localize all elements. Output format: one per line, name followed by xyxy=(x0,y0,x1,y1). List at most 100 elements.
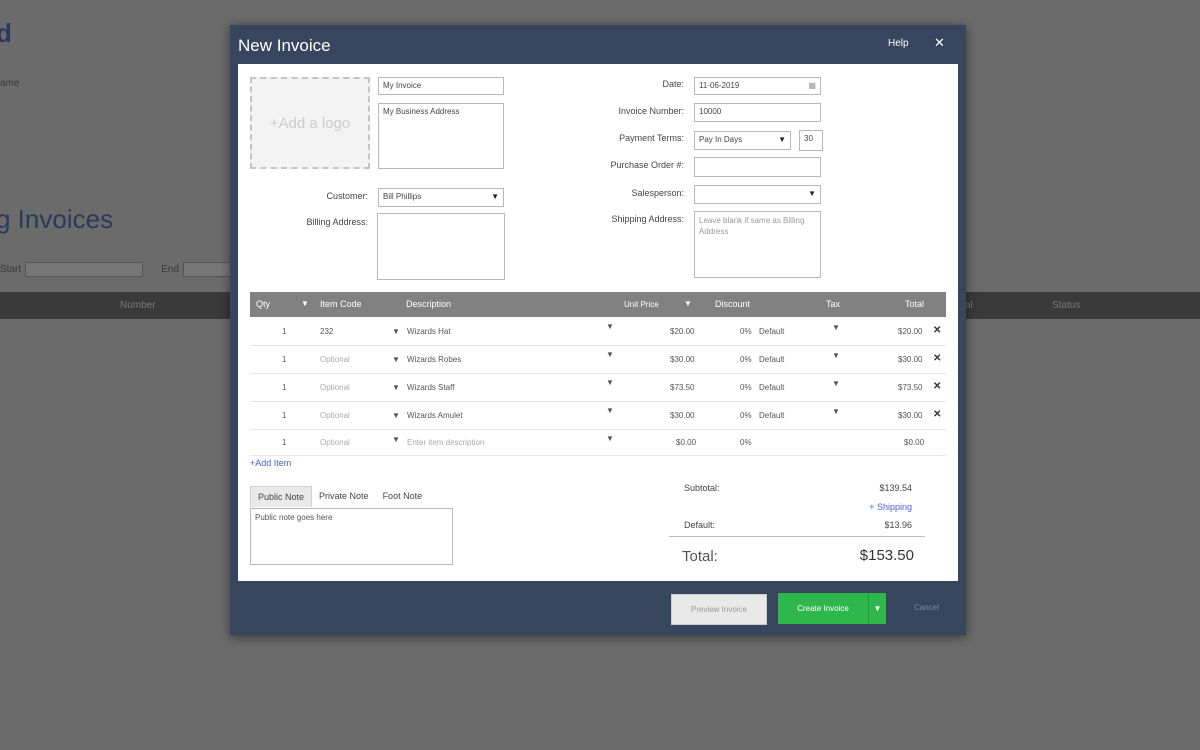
calendar-icon[interactable]: ▦ xyxy=(808,81,816,90)
add-shipping-link[interactable]: + Shipping xyxy=(838,502,912,512)
customer-select[interactable]: Bill Phillips ▼ xyxy=(378,188,504,207)
item-qty[interactable]: 1 xyxy=(282,383,286,392)
item-unit-price[interactable]: $30.00 xyxy=(670,411,694,420)
background-name-label: ame xyxy=(0,78,20,89)
chevron-down-icon[interactable]: ▼ xyxy=(606,322,614,331)
chevron-down-icon: ▼ xyxy=(491,192,499,201)
item-discount[interactable]: 0% xyxy=(740,355,752,364)
chevron-down-icon[interactable]: ▼ xyxy=(606,406,614,415)
chevron-down-icon[interactable]: ▼ xyxy=(606,350,614,359)
item-discount[interactable]: 0% xyxy=(740,383,752,392)
item-unit-price[interactable]: $30.00 xyxy=(670,355,694,364)
chevron-down-icon[interactable]: ▼ xyxy=(832,351,840,360)
chevron-down-icon[interactable]: ▼ xyxy=(301,299,309,308)
tax-value: $13.96 xyxy=(884,520,912,530)
invoice-number-input[interactable]: 10000 xyxy=(694,103,821,122)
chevron-down-icon[interactable]: ▼ xyxy=(392,435,400,444)
item-row[interactable]: 1 Optional ▼ Wizards Robes ▼ $30.00 0% D… xyxy=(250,346,946,374)
chevron-down-icon[interactable]: ▼ xyxy=(392,327,400,336)
date-value: 11-06-2019 xyxy=(699,81,740,90)
item-code[interactable]: Optional xyxy=(320,355,350,364)
remove-item-icon[interactable]: ✕ xyxy=(933,353,941,364)
item-description[interactable]: Wizards Amulet xyxy=(407,411,463,420)
chevron-down-icon[interactable]: ▼ xyxy=(392,383,400,392)
purchase-order-input[interactable] xyxy=(694,157,821,177)
item-unit-price[interactable]: $20.00 xyxy=(670,327,694,336)
help-link[interactable]: Help xyxy=(888,38,909,49)
remove-item-icon[interactable]: ✕ xyxy=(933,409,941,420)
item-code[interactable]: 232 xyxy=(320,327,333,336)
payment-days-input[interactable]: 30 xyxy=(799,130,823,151)
item-tax[interactable]: Default xyxy=(759,327,784,336)
create-invoice-label: Create Invoice xyxy=(797,604,849,613)
subtotal-value: $139.54 xyxy=(879,483,912,493)
create-invoice-button[interactable]: Create Invoice ▼ xyxy=(778,593,886,624)
item-tax[interactable]: Default xyxy=(759,383,784,392)
start-date-input[interactable] xyxy=(25,262,144,277)
item-row[interactable]: 1 Optional ▼ Wizards Staff ▼ $73.50 0% D… xyxy=(250,374,946,402)
billing-address-input[interactable] xyxy=(377,213,505,280)
date-input[interactable]: 11-06-2019 ▦ xyxy=(694,77,821,95)
chevron-down-icon[interactable]: ▼ xyxy=(868,593,886,624)
item-code[interactable]: Optional xyxy=(320,438,350,447)
start-label: Start xyxy=(0,264,22,275)
item-description[interactable]: Wizards Hat xyxy=(407,327,451,336)
item-qty[interactable]: 1 xyxy=(282,438,286,447)
item-tax[interactable]: Default xyxy=(759,355,784,364)
item-row[interactable]: 1 232 ▼ Wizards Hat ▼ $20.00 0% Default … xyxy=(250,318,946,346)
add-item-link[interactable]: +Add Item xyxy=(250,458,291,468)
item-unit-price[interactable]: $0.00 xyxy=(676,438,696,447)
total-label: Total: xyxy=(682,548,718,565)
public-note-input[interactable]: Public note goes here xyxy=(250,508,453,565)
col-qty[interactable]: Qty xyxy=(256,299,270,309)
preview-invoice-button[interactable]: Preview Invoice xyxy=(671,594,767,625)
payment-terms-select[interactable]: Pay In Days ▼ xyxy=(694,131,791,150)
remove-item-icon[interactable]: ✕ xyxy=(933,325,941,336)
item-total: $30.00 xyxy=(898,355,923,364)
chevron-down-icon[interactable]: ▼ xyxy=(606,434,614,443)
item-description[interactable]: Wizards Robes xyxy=(407,355,461,364)
shipping-address-input[interactable]: Leave blank if same as Billing Address xyxy=(694,211,821,278)
chevron-down-icon[interactable]: ▼ xyxy=(392,355,400,364)
salesperson-select[interactable]: ▼ xyxy=(694,185,821,204)
chevron-down-icon[interactable]: ▼ xyxy=(832,407,840,416)
cancel-button[interactable]: Cancel xyxy=(914,603,939,612)
totals-divider xyxy=(669,536,925,537)
item-description[interactable]: Wizards Staff xyxy=(407,383,454,392)
add-logo-label: +Add a logo xyxy=(269,114,351,132)
item-row[interactable]: 1 Optional ▼ Wizards Amulet ▼ $30.00 0% … xyxy=(250,402,946,430)
item-qty[interactable]: 1 xyxy=(282,327,286,336)
tab-foot-note[interactable]: Foot Note xyxy=(376,486,430,507)
chevron-down-icon[interactable]: ▼ xyxy=(832,379,840,388)
item-code[interactable]: Optional xyxy=(320,383,350,392)
col-unit-price[interactable]: Unit Price xyxy=(624,300,659,309)
item-discount[interactable]: 0% xyxy=(740,327,752,336)
remove-item-icon[interactable]: ✕ xyxy=(933,381,941,392)
item-unit-price[interactable]: $73.50 xyxy=(670,383,694,392)
add-logo-button[interactable]: +Add a logo xyxy=(250,77,370,169)
chevron-down-icon: ▼ xyxy=(808,189,816,198)
col-item-code: Item Code xyxy=(320,299,362,309)
tab-private-note[interactable]: Private Note xyxy=(312,486,376,507)
background-heading: d xyxy=(0,18,12,48)
chevron-down-icon[interactable]: ▼ xyxy=(392,411,400,420)
invoice-title-input[interactable]: My Invoice xyxy=(378,77,504,95)
chevron-down-icon[interactable]: ▼ xyxy=(684,299,692,308)
item-tax[interactable]: Default xyxy=(759,411,784,420)
item-discount[interactable]: 0% xyxy=(740,438,752,447)
chevron-down-icon[interactable]: ▼ xyxy=(832,323,840,332)
notes-tabs: Public Note Private Note Foot Note xyxy=(250,486,429,507)
business-address-input[interactable]: My Business Address xyxy=(378,103,504,169)
payment-terms-value: Pay In Days xyxy=(699,135,743,144)
item-qty[interactable]: 1 xyxy=(282,355,286,364)
chevron-down-icon[interactable]: ▼ xyxy=(606,378,614,387)
tab-public-note[interactable]: Public Note xyxy=(250,486,313,507)
item-row[interactable]: 1 Optional ▼ Enter item description ▼ $0… xyxy=(250,430,946,456)
date-label: Date: xyxy=(662,79,684,89)
item-code[interactable]: Optional xyxy=(320,411,350,420)
tax-label: Default: xyxy=(684,520,716,530)
item-qty[interactable]: 1 xyxy=(282,411,286,420)
item-description[interactable]: Enter item description xyxy=(407,438,484,447)
close-icon[interactable]: ✕ xyxy=(934,35,945,51)
item-discount[interactable]: 0% xyxy=(740,411,752,420)
